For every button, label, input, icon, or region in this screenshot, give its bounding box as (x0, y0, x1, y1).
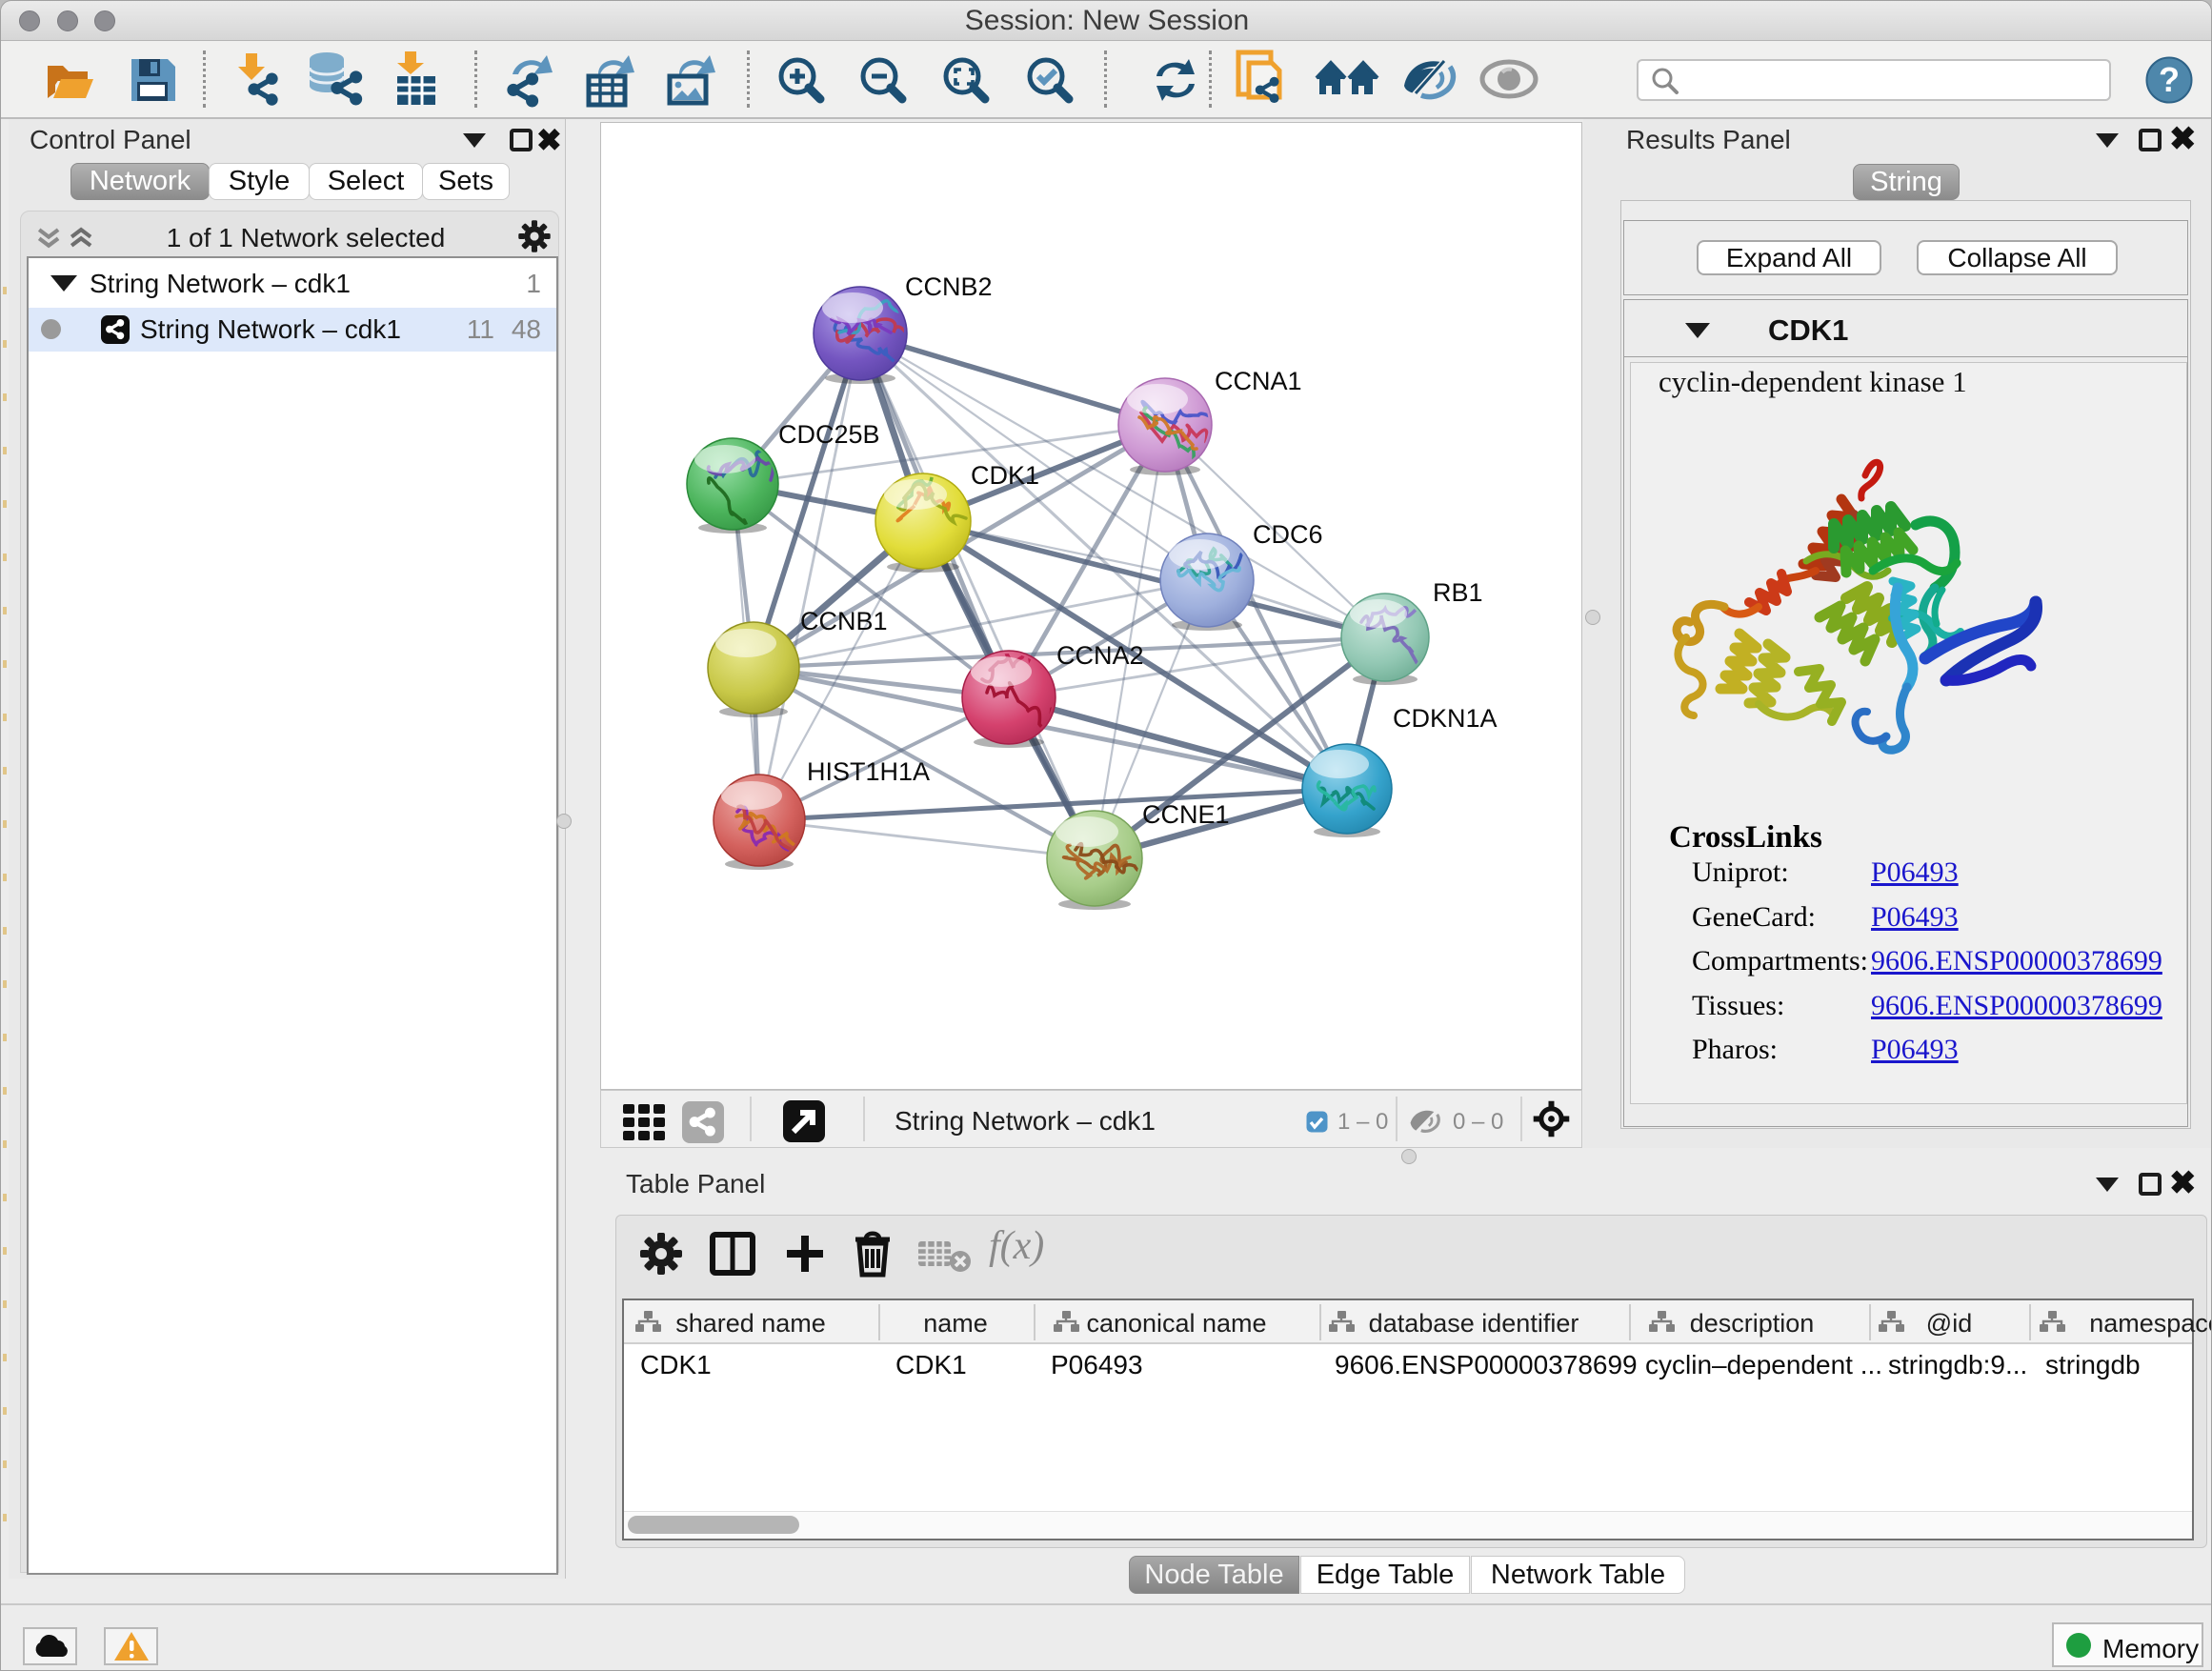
svg-text:CDC6: CDC6 (1253, 520, 1323, 549)
svg-text:?: ? (2159, 60, 2180, 99)
svg-text:CCNA2: CCNA2 (1056, 641, 1144, 670)
svg-text:CCNA1: CCNA1 (1215, 367, 1302, 395)
svg-text:HIST1H1A: HIST1H1A (807, 757, 930, 786)
svg-text:CDK1: CDK1 (971, 461, 1039, 490)
svg-text:CCNB1: CCNB1 (800, 607, 888, 635)
svg-text:CCNE1: CCNE1 (1142, 800, 1230, 829)
svg-text:CCNB2: CCNB2 (905, 272, 993, 301)
svg-text:CDC25B: CDC25B (778, 420, 880, 449)
svg-text:CDKN1A: CDKN1A (1393, 704, 1498, 733)
svg-text:RB1: RB1 (1433, 578, 1483, 607)
